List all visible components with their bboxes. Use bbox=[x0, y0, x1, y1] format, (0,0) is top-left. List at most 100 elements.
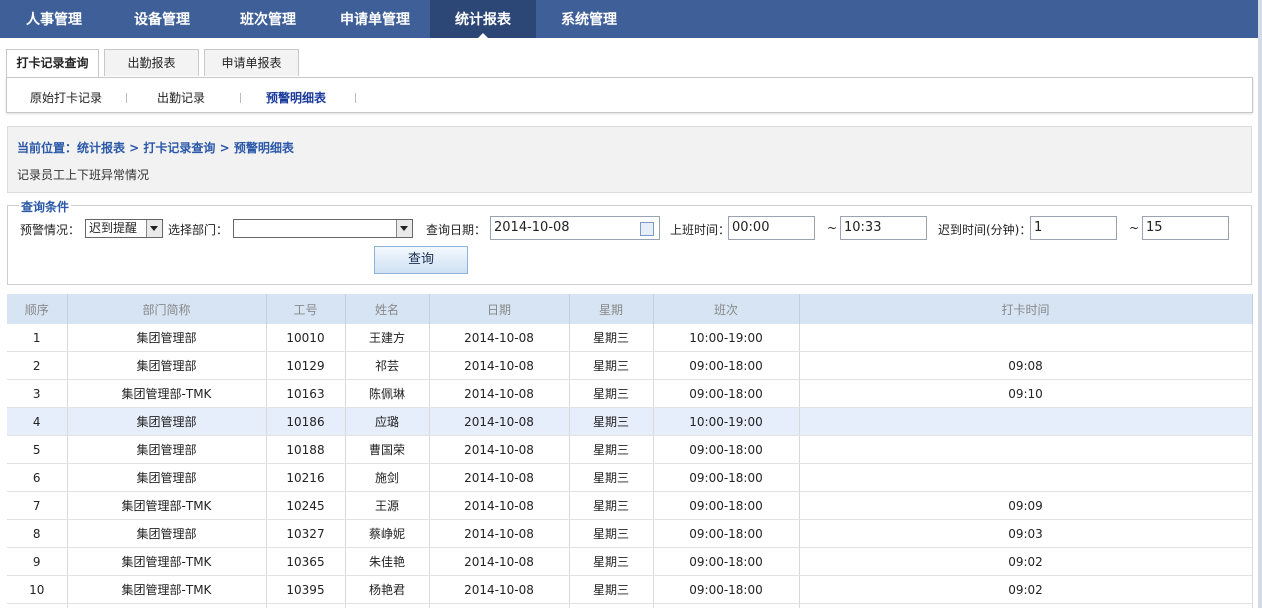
cell-name: 陈佩琳 bbox=[345, 379, 430, 408]
col-header-name[interactable]: 姓名 bbox=[345, 294, 430, 324]
warn-label: 预警情况： bbox=[20, 223, 81, 237]
cell-id: 10186 bbox=[266, 407, 346, 436]
cell-name: 曹国荣 bbox=[345, 435, 430, 464]
cell-dept: 集团管理部 bbox=[67, 351, 267, 380]
divider bbox=[355, 93, 356, 103]
cell-dept: 集团管理部 bbox=[67, 519, 267, 548]
cell-dept: 集团管理部-TMK bbox=[67, 547, 267, 576]
work-time-from-input[interactable]: 00:00 bbox=[728, 216, 815, 240]
cell-weekday: 星期三 bbox=[569, 351, 654, 380]
col-header-seq[interactable]: 顺序 bbox=[7, 294, 68, 324]
col-header-dept[interactable]: 部门简称 bbox=[67, 294, 267, 324]
work-time-label: 上班时间： bbox=[670, 223, 731, 237]
table-row[interactable]: 1 集团管理部 10010 王建方 2014-10-08 星期三 10:00-19:00 bbox=[7, 324, 1253, 352]
cell-id: 10365 bbox=[266, 547, 346, 576]
cell-seq: 5 bbox=[7, 435, 68, 464]
cell-empty bbox=[569, 603, 654, 608]
nav-reports[interactable]: 统计报表 bbox=[430, 0, 536, 38]
date-label: 查询日期： bbox=[426, 223, 487, 237]
cell-shift: 09:00-18:00 bbox=[653, 463, 800, 492]
cell-empty bbox=[67, 603, 267, 608]
subnav-warning-detail[interactable]: 预警明细表 bbox=[266, 78, 326, 118]
cell-weekday: 星期三 bbox=[569, 575, 654, 604]
dept-label: 选择部门： bbox=[168, 223, 229, 237]
cell-dept: 集团管理部 bbox=[67, 407, 267, 436]
calendar-icon[interactable] bbox=[640, 222, 654, 236]
table-row[interactable]: 3 集团管理部-TMK 10163 陈佩琳 2014-10-08 星期三 09:00-18:… bbox=[7, 379, 1253, 408]
cell-date: 2014-10-08 bbox=[429, 379, 570, 408]
cell-seq: 9 bbox=[7, 547, 68, 576]
col-header-shift[interactable]: 班次 bbox=[653, 294, 800, 324]
cell-weekday: 星期三 bbox=[569, 547, 654, 576]
table-row[interactable]: 7 集团管理部-TMK 10245 王源 2014-10-08 星期三 09:00-18:0… bbox=[7, 491, 1253, 520]
subnav-raw-punch[interactable]: 原始打卡记录 bbox=[30, 78, 102, 118]
col-header-punch-time[interactable]: 打卡时间 bbox=[799, 294, 1253, 324]
cell-shift: 09:00-18:00 bbox=[653, 379, 800, 408]
cell-shift: 10:00-19:00 bbox=[653, 407, 800, 436]
report-tabs: 打卡记录查询 出勤报表 申请单报表 bbox=[0, 38, 1258, 78]
cell-punch-time bbox=[799, 324, 1253, 352]
table-row[interactable]: 8 集团管理部 10327 蔡峥妮 2014-10-08 星期三 09:00-18:00 09… bbox=[7, 519, 1253, 548]
cell-empty bbox=[653, 603, 800, 608]
cell-weekday: 星期三 bbox=[569, 463, 654, 492]
cell-seq: 8 bbox=[7, 519, 68, 548]
nav-device[interactable]: 设备管理 bbox=[108, 0, 216, 38]
col-header-id[interactable]: 工号 bbox=[266, 294, 346, 324]
cell-seq: 4 bbox=[7, 407, 68, 436]
cell-weekday: 星期三 bbox=[569, 519, 654, 548]
cell-dept: 集团管理部 bbox=[67, 324, 267, 352]
query-form: 查询条件 预警情况： 迟到提醒 选择部门： 查询日期： 2014-10-08 上… bbox=[7, 198, 1252, 285]
table-row[interactable]: 10 集团管理部-TMK 10395 杨艳君 2014-10-08 星期三 09:00-18… bbox=[7, 575, 1253, 604]
cell-shift: 09:00-18:00 bbox=[653, 351, 800, 380]
cell-weekday: 星期三 bbox=[569, 407, 654, 436]
cell-punch-time: 09:10 bbox=[799, 379, 1253, 408]
date-value: 2014-10-08 bbox=[494, 220, 570, 235]
query-legend: 查询条件 bbox=[19, 198, 72, 215]
breadcrumb-panel: 当前位置：统计报表 > 打卡记录查询 > 预警明细表 记录员工上下班异常情况 bbox=[7, 126, 1252, 193]
search-button[interactable]: 查询 bbox=[374, 246, 468, 274]
table-row[interactable]: 6 集团管理部 10216 施剑 2014-10-08 星期三 09:00-18:00 bbox=[7, 463, 1253, 492]
table-row[interactable]: 5 集团管理部 10188 曹国荣 2014-10-08 星期三 09:00-18:00 bbox=[7, 435, 1253, 464]
cell-dept: 集团管理部 bbox=[67, 435, 267, 464]
cell-seq: 6 bbox=[7, 463, 68, 492]
cell-seq: 1 bbox=[7, 324, 68, 352]
dept-select[interactable] bbox=[233, 219, 413, 238]
subnav-attendance[interactable]: 出勤记录 bbox=[157, 78, 205, 118]
cell-shift: 09:00-18:00 bbox=[653, 491, 800, 520]
secondary-nav: 原始打卡记录 出勤记录 预警明细表 bbox=[6, 77, 1253, 113]
late-from-input[interactable]: 1 bbox=[1030, 216, 1117, 240]
col-header-date[interactable]: 日期 bbox=[429, 294, 570, 324]
top-navigation: 人事管理 设备管理 班次管理 申请单管理 统计报表 系统管理 bbox=[0, 0, 1258, 38]
date-input[interactable]: 2014-10-08 bbox=[490, 216, 660, 240]
nav-personnel[interactable]: 人事管理 bbox=[0, 0, 108, 38]
warn-select[interactable]: 迟到提醒 bbox=[85, 219, 163, 238]
cell-shift: 09:00-18:00 bbox=[653, 519, 800, 548]
cell-dept: 集团管理部-TMK bbox=[67, 491, 267, 520]
table-row[interactable]: 9 集团管理部-TMK 10365 朱佳艳 2014-10-08 星期三 09:00-18:… bbox=[7, 547, 1253, 576]
cell-name: 祁芸 bbox=[345, 351, 430, 380]
chevron-down-icon bbox=[146, 220, 162, 237]
cell-id: 10327 bbox=[266, 519, 346, 548]
cell-empty bbox=[429, 603, 570, 608]
tab-application-report[interactable]: 申请单报表 bbox=[204, 49, 299, 76]
late-label: 迟到时间(分钟)： bbox=[938, 223, 1032, 237]
col-header-weekday[interactable]: 星期 bbox=[569, 294, 654, 324]
late-to-input[interactable]: 15 bbox=[1142, 216, 1229, 240]
nav-application[interactable]: 申请单管理 bbox=[320, 0, 430, 38]
tab-attendance-report[interactable]: 出勤报表 bbox=[104, 49, 199, 76]
warning-table: 顺序 部门简称 工号 姓名 日期 星期 班次 打卡时间 1 集团管理部 10010 王… bbox=[7, 294, 1253, 608]
cell-punch-time: 09:02 bbox=[799, 575, 1253, 604]
cell-date: 2014-10-08 bbox=[429, 407, 570, 436]
work-time-to-input[interactable]: 10:33 bbox=[840, 216, 927, 240]
cell-date: 2014-10-08 bbox=[429, 547, 570, 576]
table-row[interactable]: 2 集团管理部 10129 祁芸 2014-10-08 星期三 09:00-18:00 09:… bbox=[7, 351, 1253, 380]
divider bbox=[240, 93, 241, 103]
cell-name: 王源 bbox=[345, 491, 430, 520]
nav-shift[interactable]: 班次管理 bbox=[216, 0, 320, 38]
table-row[interactable]: 4 集团管理部 10186 应璐 2014-10-08 星期三 10:00-19:00 bbox=[7, 407, 1253, 436]
nav-system[interactable]: 系统管理 bbox=[536, 0, 642, 38]
cell-seq: 3 bbox=[7, 379, 68, 408]
cell-date: 2014-10-08 bbox=[429, 351, 570, 380]
cell-id: 10163 bbox=[266, 379, 346, 408]
tab-punch-records[interactable]: 打卡记录查询 bbox=[6, 49, 99, 78]
